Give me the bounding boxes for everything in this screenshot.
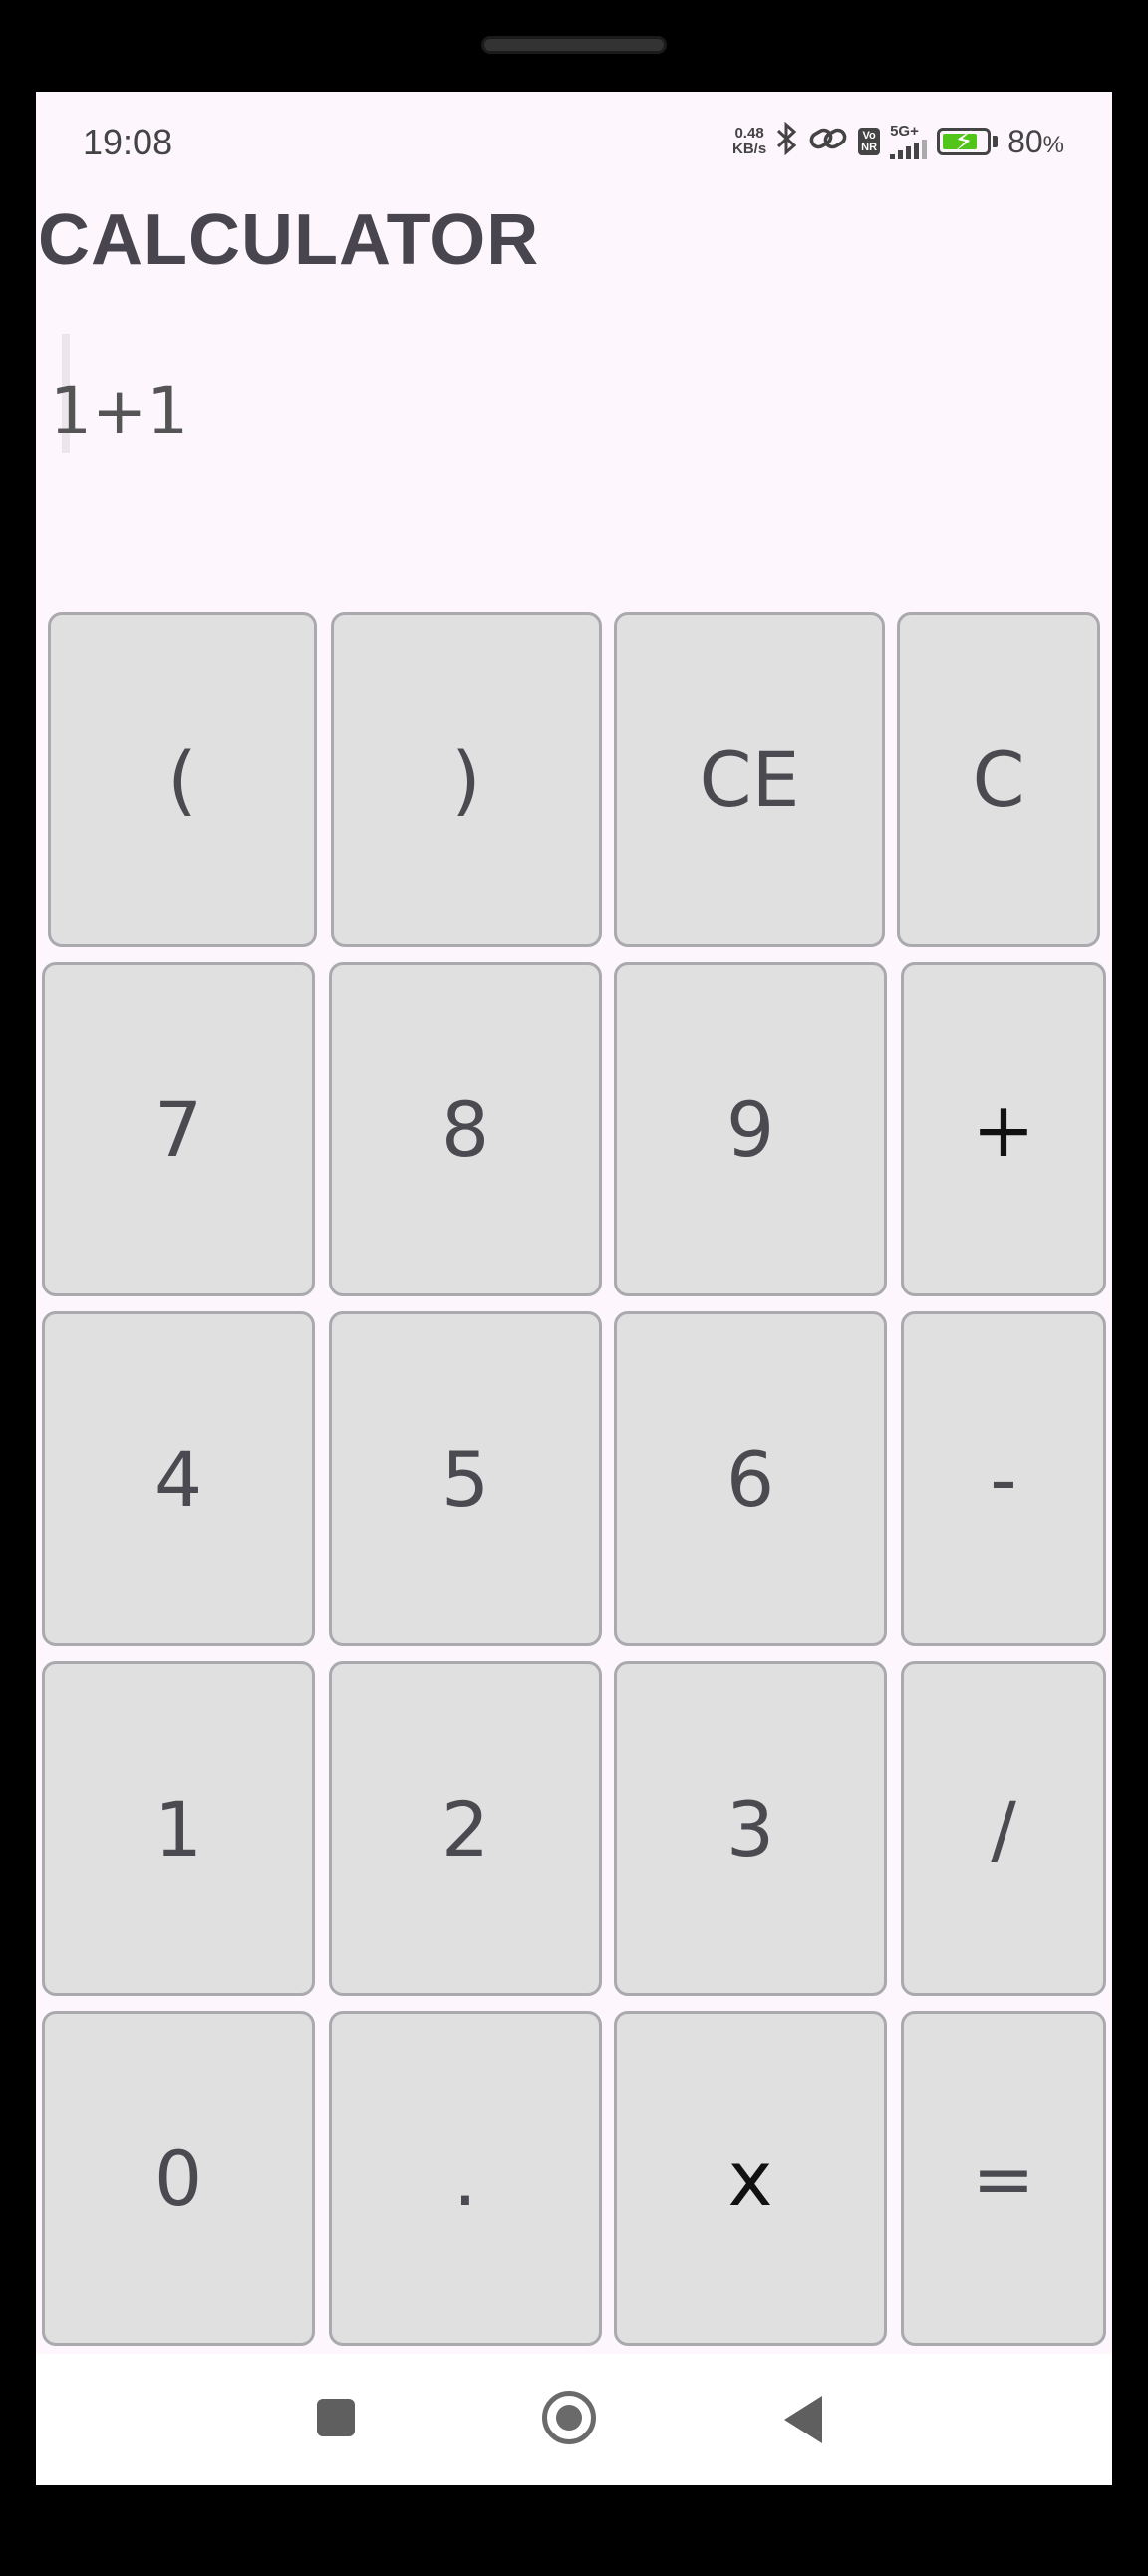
multiply-key[interactable]: x: [614, 2011, 887, 2346]
digit-9-key[interactable]: 9: [614, 962, 887, 1296]
battery-tip: [993, 136, 999, 147]
signal-bars-icon: [890, 140, 928, 159]
digit-8-key[interactable]: 8: [329, 962, 602, 1296]
network-speed: 0.48 KB/s: [732, 126, 766, 157]
home-dot: [556, 2405, 582, 2431]
battery-percentage-unit: %: [1042, 131, 1064, 158]
network-speed-value: 0.48: [734, 125, 764, 142]
vonr-label-bottom: NR: [861, 142, 878, 153]
close-paren-key[interactable]: ): [331, 612, 602, 947]
home-circle-icon[interactable]: [542, 2391, 596, 2444]
vonr-label-top: Vo: [862, 130, 876, 142]
status-bar: 19:08 0.48 KB/s Vo NR 5G+ ⚡ 80%: [36, 92, 1112, 201]
bluetooth-icon: [776, 121, 798, 161]
digit-4-key[interactable]: 4: [42, 1311, 315, 1646]
digit-0-key[interactable]: 0: [42, 2011, 315, 2346]
recents-square-icon[interactable]: [317, 2399, 355, 2436]
network-speed-unit: KB/s: [731, 141, 767, 157]
decimal-point-key[interactable]: .: [329, 2011, 602, 2346]
network-type: 5G+: [890, 123, 919, 140]
vonr-icon: Vo NR: [858, 128, 881, 155]
digit-7-key[interactable]: 7: [42, 962, 315, 1296]
divide-key[interactable]: /: [901, 1661, 1106, 1996]
battery-icon: ⚡: [937, 126, 992, 156]
clear-entry-key[interactable]: CE: [614, 612, 885, 947]
open-paren-key[interactable]: (: [48, 612, 317, 947]
phone-screen: 19:08 0.48 KB/s Vo NR 5G+ ⚡ 80% CALCULAT…: [36, 92, 1112, 2485]
navigation-bar: [36, 2354, 1112, 2485]
digit-6-key[interactable]: 6: [614, 1311, 887, 1646]
digit-5-key[interactable]: 5: [329, 1311, 602, 1646]
battery-percentage: 80%: [1007, 124, 1064, 160]
minus-key[interactable]: -: [901, 1311, 1106, 1646]
expression-display[interactable]: 1+1: [50, 373, 188, 449]
status-icons: 0.48 KB/s Vo NR 5G+ ⚡ 80%: [732, 121, 1064, 161]
link-icon: [808, 124, 848, 159]
clear-key[interactable]: C: [897, 612, 1100, 947]
charging-bolt-icon: ⚡: [954, 126, 974, 156]
back-triangle-icon[interactable]: [784, 2396, 822, 2443]
equals-key[interactable]: =: [901, 2011, 1106, 2346]
digit-3-key[interactable]: 3: [614, 1661, 887, 1996]
digit-1-key[interactable]: 1: [42, 1661, 315, 1996]
earpiece-speaker: [481, 36, 667, 54]
battery-percentage-value: 80: [1007, 123, 1043, 159]
status-time: 19:08: [83, 122, 173, 162]
plus-key[interactable]: +: [901, 962, 1106, 1296]
app-title: CALCULATOR: [38, 200, 540, 280]
digit-2-key[interactable]: 2: [329, 1661, 602, 1996]
signal-strength: 5G+: [890, 123, 928, 159]
